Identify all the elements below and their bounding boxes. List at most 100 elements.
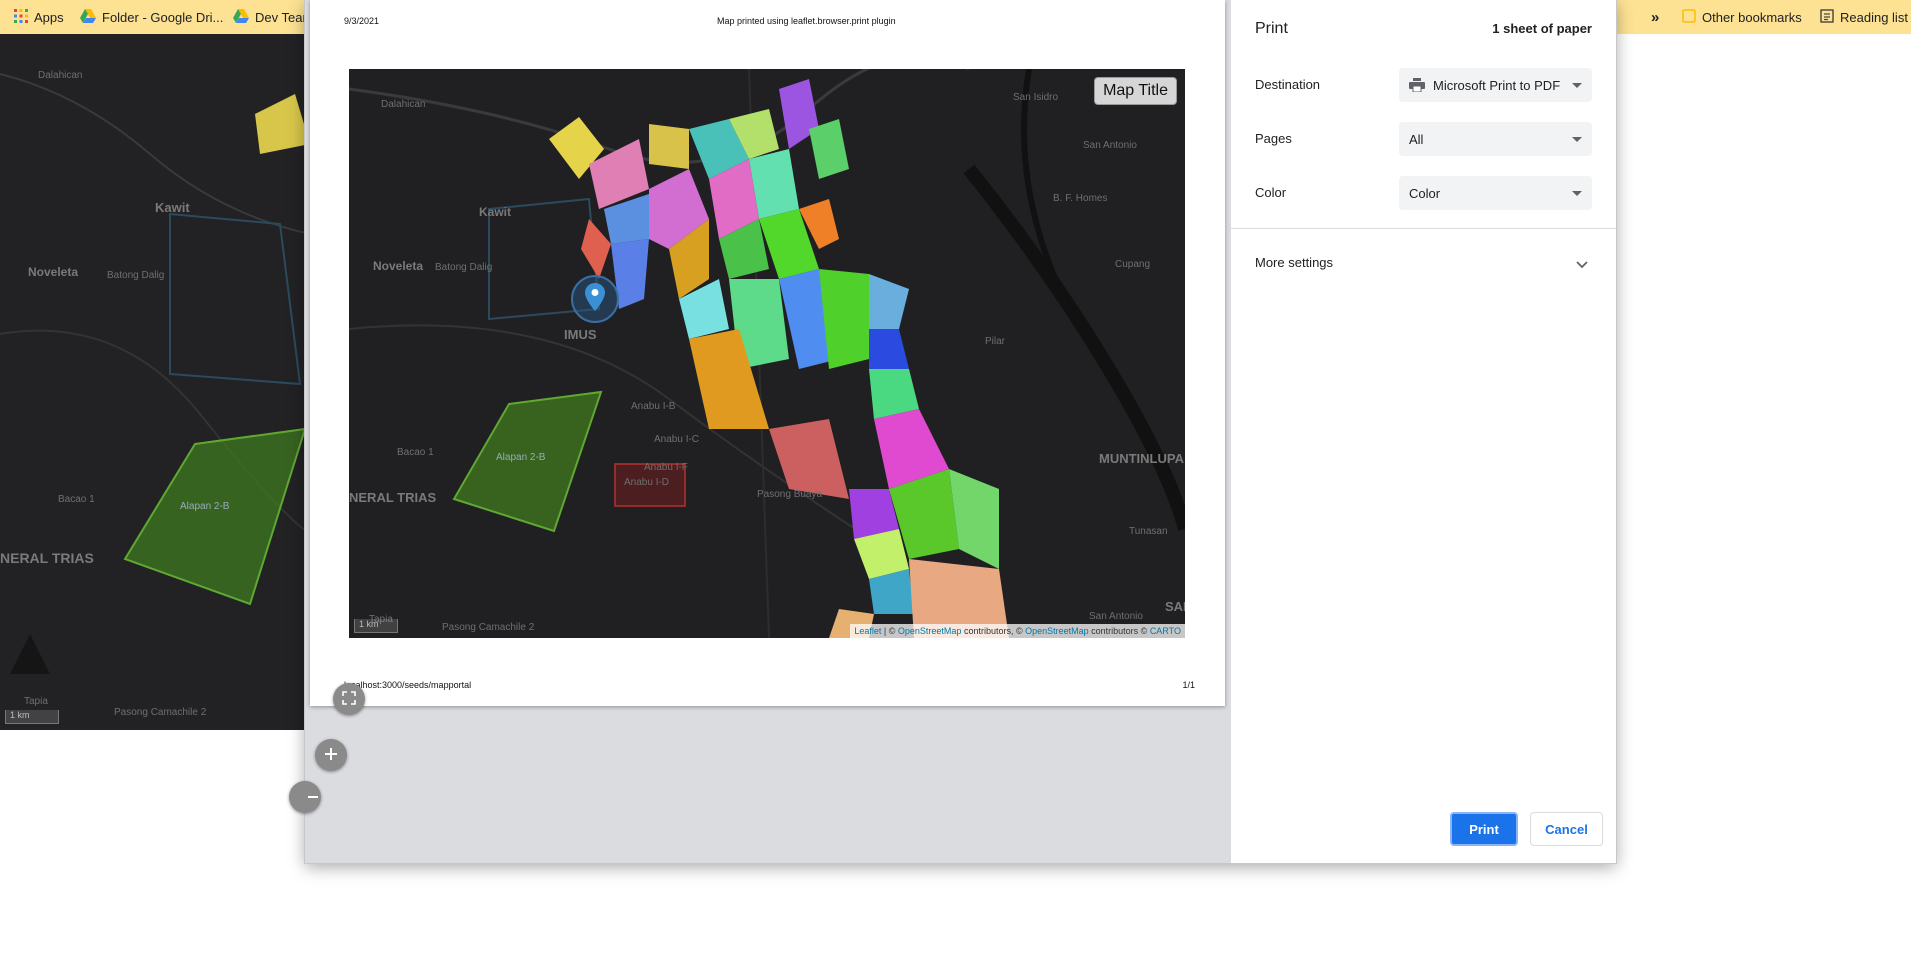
pages-value: All	[1409, 131, 1424, 147]
bookmark-reading-list[interactable]: Reading list	[1820, 0, 1908, 34]
map-label: B. F. Homes	[1053, 193, 1108, 204]
map-label: San Antonio	[1089, 611, 1143, 622]
map-pin-icon[interactable]	[585, 283, 605, 316]
pages-select[interactable]: All	[1399, 122, 1592, 156]
chevron-down-icon[interactable]	[1576, 256, 1588, 274]
minus-icon	[307, 786, 319, 809]
map-title-button[interactable]: Map Title	[1094, 77, 1177, 105]
attribution-carto-link[interactable]: CARTO	[1150, 626, 1181, 636]
folder-icon	[1682, 8, 1696, 26]
bookmark-apps-label: Apps	[34, 9, 64, 25]
bookmark-reading-list-label: Reading list	[1840, 9, 1908, 25]
map-label: IMUS	[564, 327, 597, 342]
destination-row: Destination Microsoft Print to PDF	[1255, 68, 1592, 102]
preview-map: Dalahican Kawit Noveleta Batong Dalig IM…	[349, 69, 1185, 638]
map-label: Noveleta	[373, 259, 424, 273]
print-button[interactable]: Print	[1450, 812, 1518, 846]
chevron-double-right-icon: »	[1651, 8, 1660, 26]
map-label: Anabu I-C	[654, 434, 700, 445]
map-label: NERAL TRIAS	[349, 490, 437, 505]
google-drive-icon	[233, 8, 249, 26]
zoom-out-button[interactable]	[289, 781, 321, 813]
map-label: Pilar	[985, 336, 1006, 347]
attribution-text: contributors, ©	[961, 626, 1026, 636]
more-settings-toggle[interactable]: More settings	[1255, 255, 1333, 270]
pages-label: Pages	[1255, 131, 1292, 146]
destination-value: Microsoft Print to PDF	[1433, 77, 1561, 93]
print-title: Print	[1255, 20, 1288, 37]
map-label: Noveleta	[28, 265, 79, 279]
background-map-graphics	[0, 73, 310, 674]
map-scale: 1 km	[5, 710, 59, 724]
map-label: MUNTINLUPA	[1099, 451, 1184, 466]
map-label: Kawit	[479, 205, 512, 219]
map-label: Pasong Camachile 2	[114, 707, 207, 718]
settings-divider	[1231, 228, 1616, 229]
bookmark-dev-team[interactable]: Dev Team	[233, 0, 313, 34]
map-label: Batong Dalig	[107, 270, 165, 281]
map-label: Pasong Camachile 2	[442, 622, 535, 633]
color-label: Color	[1255, 185, 1287, 200]
map-label: Alapan 2-B	[180, 501, 230, 512]
fit-to-page-button[interactable]	[333, 683, 365, 715]
map-label: Pasong Buaya	[757, 489, 823, 500]
color-value: Color	[1409, 185, 1441, 201]
map-label: Cupang	[1115, 259, 1151, 270]
map-scale: 1 km	[354, 619, 398, 633]
map-label: Dalahican	[38, 70, 83, 81]
map-label: Anabu I-D	[624, 477, 670, 488]
map-label: Tapia	[24, 696, 48, 707]
map-label: Bacao 1	[397, 447, 434, 458]
printer-icon	[1409, 78, 1425, 92]
bookmark-folder[interactable]: Folder - Google Dri...	[80, 0, 223, 34]
attribution-leaflet-link[interactable]: Leaflet	[854, 626, 881, 636]
plus-icon	[324, 744, 338, 767]
map-label: San Antonio	[1083, 140, 1137, 151]
color-select[interactable]: Color	[1399, 176, 1592, 210]
attribution-text: contributors ©	[1088, 626, 1150, 636]
apps-grid-icon	[14, 8, 28, 26]
bookmark-apps[interactable]: Apps	[14, 0, 64, 34]
print-preview-area: 9/3/2021 Map printed using leaflet.brows…	[289, 0, 1231, 863]
map-label: Dalahican	[381, 99, 426, 110]
print-settings-panel: Print 1 sheet of paper Destination Micro…	[1231, 0, 1616, 863]
map-label: Tunasan	[1129, 526, 1168, 537]
map-attribution: Leaflet | © OpenStreetMap contributors, …	[850, 624, 1185, 638]
preview-sheet: 9/3/2021 Map printed using leaflet.brows…	[310, 0, 1225, 706]
map-graphics	[349, 69, 1185, 638]
map-label: Bacao 1	[58, 494, 95, 505]
bookmark-other[interactable]: Other bookmarks	[1682, 0, 1802, 34]
background-map: Dalahican Kawit Noveleta Batong Dalig Ba…	[0, 34, 310, 730]
map-label: Alapan 2-B	[496, 452, 546, 463]
attribution-osm-link[interactable]: OpenStreetMap	[1025, 626, 1089, 636]
map-label: NERAL TRIAS	[0, 550, 94, 566]
google-drive-icon	[80, 8, 96, 26]
pages-row: Pages All	[1255, 122, 1592, 156]
map-label: Batong Dalig	[435, 262, 493, 273]
map-label: Anabu I-B	[631, 401, 676, 412]
zoom-in-button[interactable]	[315, 739, 347, 771]
dropdown-caret-icon	[1572, 191, 1582, 196]
map-label: SAN	[1165, 599, 1185, 614]
bookmark-other-label: Other bookmarks	[1702, 9, 1802, 25]
destination-label: Destination	[1255, 77, 1321, 92]
dropdown-caret-icon	[1572, 137, 1582, 142]
sheet-header-title: Map printed using leaflet.browser.print …	[717, 16, 896, 26]
cancel-button[interactable]: Cancel	[1530, 812, 1603, 846]
reading-list-icon	[1820, 8, 1834, 26]
map-label: Anabu I-F	[644, 462, 688, 473]
sheet-count: 1 sheet of paper	[1492, 21, 1592, 36]
attribution-text: | ©	[881, 626, 898, 636]
sheet-footer-url: localhost:3000/seeds/mapportal	[344, 680, 472, 690]
color-row: Color Color	[1255, 176, 1592, 210]
dropdown-caret-icon	[1572, 83, 1582, 88]
destination-select[interactable]: Microsoft Print to PDF	[1399, 68, 1592, 102]
sheet-page-number: 1/1	[1182, 680, 1195, 690]
fit-page-icon	[342, 688, 356, 711]
print-dialog: 9/3/2021 Map printed using leaflet.brows…	[289, 0, 1616, 863]
sheet-date: 9/3/2021	[344, 16, 380, 26]
bookmark-folder-label: Folder - Google Dri...	[102, 9, 224, 25]
map-label: San Isidro	[1013, 92, 1059, 103]
attribution-osm-link[interactable]: OpenStreetMap	[898, 626, 962, 636]
bookmarks-overflow-button[interactable]: »	[1651, 0, 1659, 34]
